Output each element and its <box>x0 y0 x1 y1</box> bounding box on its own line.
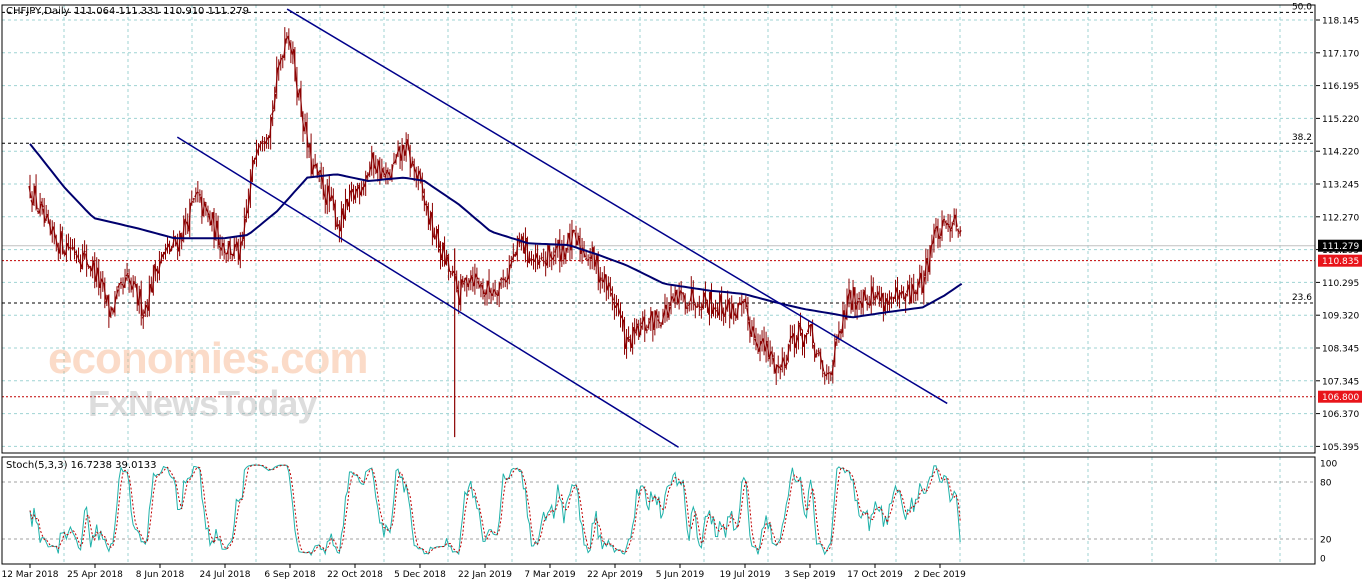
y-tick-label: 107.345 <box>1322 377 1359 387</box>
candle-body <box>660 326 662 327</box>
x-tick-label: 24 Jul 2018 <box>200 570 251 580</box>
x-tick-label: 12 Mar 2018 <box>1 570 58 580</box>
y-tick-label: 105.395 <box>1322 443 1359 453</box>
y-tick-label: 115.220 <box>1322 115 1359 125</box>
candle-body <box>286 37 288 39</box>
stoch-panel-frame <box>2 457 1315 564</box>
channel-line <box>287 9 947 403</box>
candle-body <box>688 303 690 305</box>
moving-average-line <box>30 144 962 317</box>
candle-body <box>828 372 830 373</box>
stoch-tick-label: 20 <box>1320 536 1332 546</box>
candle-body <box>947 223 949 225</box>
axes: 118.145 117.170 116.195 115.220 114.220 113.2… <box>1 17 1362 581</box>
x-tick-label: 22 Oct 2018 <box>327 570 383 580</box>
fib-level-label: 23.6 <box>1292 293 1312 303</box>
y-tick-label: 112.270 <box>1322 213 1359 223</box>
y-tick-label: 109.320 <box>1322 312 1359 322</box>
y-tick-label: 108.345 <box>1322 345 1359 355</box>
y-tick-label: 114.220 <box>1322 148 1359 158</box>
candle-body <box>791 335 793 337</box>
y-tick-label: 116.195 <box>1322 82 1359 92</box>
candle-body <box>682 294 684 295</box>
current-price-label: 111.279 <box>1322 242 1359 252</box>
chfjpy-chart: 50.0 38.2 23.6 118.145 117.170 116.195 115.22… <box>0 0 1362 584</box>
candle-body <box>628 337 630 339</box>
candle-body <box>779 367 781 370</box>
candle-body <box>777 365 779 367</box>
x-tick-label: 6 Sep 2018 <box>264 570 316 580</box>
ohlc-readout: 111.064 111.331 110.910 111.279 <box>74 6 249 17</box>
price-panel-frame <box>2 5 1315 453</box>
stoch-signal-line <box>30 465 960 554</box>
y-tick-label: 106.370 <box>1322 410 1359 420</box>
stoch-title: Stoch(5,3,3) 16.7238 39.0133 <box>6 460 157 471</box>
candle-body <box>585 259 587 260</box>
y-tick-label: 118.145 <box>1322 17 1359 27</box>
candle-body <box>587 260 589 261</box>
moving-average <box>30 144 962 317</box>
candle-body <box>262 141 264 142</box>
x-tick-label: 3 Sep 2019 <box>784 570 836 580</box>
x-tick-label: 2 Dec 2019 <box>914 570 966 580</box>
x-tick-label: 22 Apr 2019 <box>587 570 643 580</box>
level-price-tag-label: 110.835 <box>1322 257 1359 267</box>
y-tick-label: 117.170 <box>1322 49 1359 59</box>
candle-body <box>450 271 452 272</box>
candle-body <box>866 302 868 305</box>
level-price-tag-label: 106.800 <box>1322 393 1359 403</box>
grid <box>2 5 1315 564</box>
candle-body <box>646 330 648 331</box>
x-tick-label: 19 Jul 2019 <box>720 570 771 580</box>
candle-body <box>219 246 221 248</box>
candle-body <box>500 278 502 280</box>
candle-body <box>539 261 541 263</box>
x-tick-label: 5 Dec 2018 <box>394 570 446 580</box>
candle-body <box>957 229 959 231</box>
stoch-main-line <box>30 465 960 555</box>
horizontal-levels: 50.0 38.2 23.6 <box>2 2 1315 396</box>
x-tick-label: 8 Jun 2018 <box>136 570 185 580</box>
chart-title: CHFJPY,Daily <box>6 6 70 17</box>
candle-body <box>76 254 78 256</box>
candle-body <box>694 304 696 307</box>
stoch-tick-label: 0 <box>1320 555 1326 565</box>
candle-body <box>824 373 826 376</box>
candle-body <box>543 260 545 262</box>
candle-body <box>700 309 702 310</box>
frame <box>2 5 1315 564</box>
fib-level-label: 50.0 <box>1292 2 1312 12</box>
chart-canvas: 50.0 38.2 23.6 118.145 117.170 116.195 115.22… <box>0 0 1362 584</box>
candle-body <box>816 353 818 355</box>
candle-body <box>433 236 435 239</box>
candle-body <box>241 240 243 243</box>
candle-body <box>37 211 39 212</box>
candle-body <box>959 230 961 233</box>
candle-body <box>541 257 543 258</box>
y-tick-label: 110.295 <box>1322 279 1359 289</box>
stoch-tick-label: 80 <box>1320 479 1332 489</box>
candle-body <box>69 248 71 249</box>
x-tick-label: 7 Mar 2019 <box>524 570 576 580</box>
x-tick-label: 22 Jan 2019 <box>458 570 512 580</box>
fib-level-label: 38.2 <box>1292 133 1312 143</box>
stochastic-panel <box>2 465 1315 555</box>
candle-body <box>531 259 533 261</box>
y-tick-label: 113.245 <box>1322 181 1359 191</box>
x-tick-label: 17 Oct 2019 <box>847 570 903 580</box>
candle-body <box>84 251 86 252</box>
x-tick-label: 5 Jun 2019 <box>656 570 705 580</box>
stoch-tick-label: 100 <box>1320 460 1337 470</box>
x-tick-label: 25 Apr 2018 <box>67 570 123 580</box>
